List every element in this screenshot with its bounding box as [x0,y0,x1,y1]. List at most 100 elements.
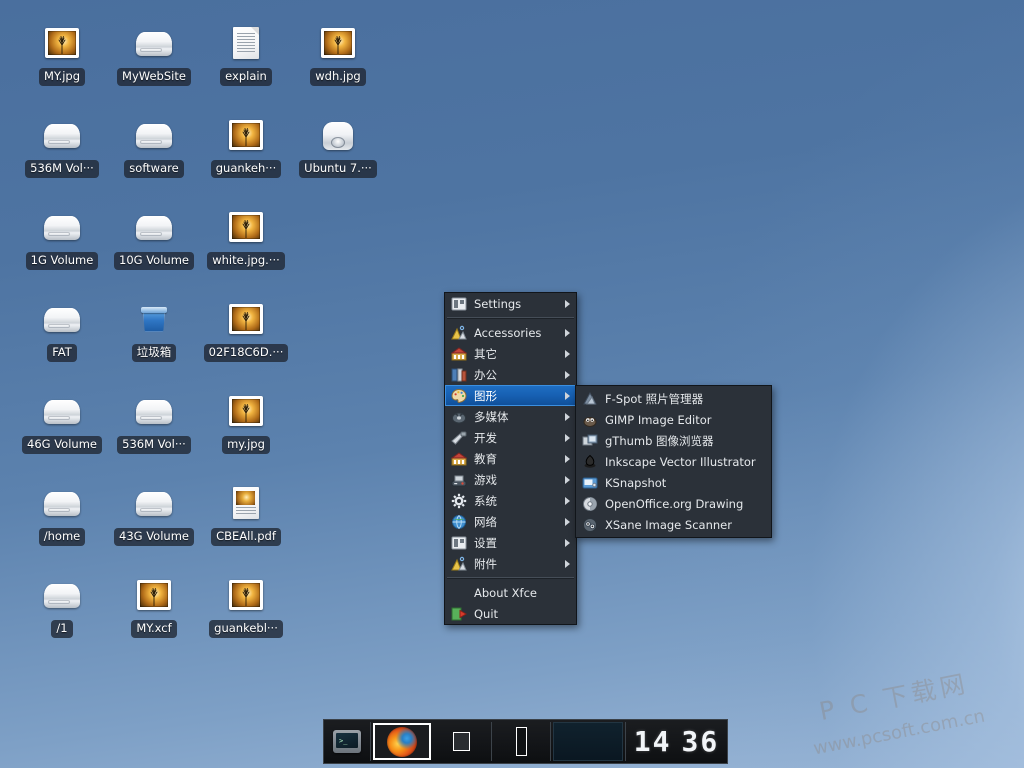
desktop-icon[interactable]: explain [198,22,294,90]
desktop-icon-glyph [130,390,178,434]
desktop-icon[interactable]: /1 [14,574,110,642]
menu-item[interactable]: About Xfce [445,582,576,603]
taskbar-item-window2[interactable] [431,720,491,763]
submenu-item[interactable]: XSane Image Scanner [576,514,771,535]
menu-item[interactable]: 图形 [445,385,576,406]
ooo-draw-icon [582,496,598,512]
desktop-icon[interactable]: 10G Volume [106,206,202,274]
desktop-icon-glyph [38,390,86,434]
hard-drive-icon [44,124,80,148]
desktop[interactable]: MY.jpg MyWebSiteexplainwdh.jpg 536M Vol···… [0,0,1024,768]
desktop-icon[interactable]: guankeh··· [198,114,294,182]
menu-item[interactable]: 开发 [445,427,576,448]
inkscape-icon [582,454,598,470]
menu-item[interactable]: 教育 [445,448,576,469]
desktop-icon-label: /home [39,528,85,546]
panel-clock[interactable]: 14 36 [626,720,727,763]
launcher-terminal[interactable]: >_ [324,720,370,763]
menu-item[interactable]: Settings [445,293,576,314]
submenu-arrow-icon [565,392,570,400]
optical-drive-icon [323,122,353,150]
desktop-icon-label: /1 [51,620,72,638]
desktop-icon[interactable]: Ubuntu 7.··· [290,114,386,182]
menu-item[interactable]: Accessories [445,322,576,343]
menu-item-label: Quit [474,607,570,621]
submenu-item[interactable]: Inkscape Vector Illustrator [576,451,771,472]
watermark: P C 下载网 www.pcsoft.com.cn [810,670,1020,766]
hard-drive-icon [136,124,172,148]
submenu-item[interactable]: OpenOffice.org Drawing [576,493,771,514]
desktop-icon[interactable]: CBEAll.pdf [198,482,294,550]
menu-separator [447,577,574,579]
desktop-icon-glyph [314,22,362,66]
desktop-icon-label: MY.jpg [39,68,85,86]
desktop-icon[interactable]: FAT [14,298,110,366]
desktop-icon[interactable]: /home [14,482,110,550]
desktop-icon[interactable]: software [106,114,202,182]
desktop-icon-label: my.jpg [222,436,270,454]
desktop-icon-glyph [38,298,86,342]
education-icon [451,451,467,467]
desktop-icon[interactable]: 536M Vol··· [14,114,110,182]
panel-divider-1 [370,722,371,761]
menu-item[interactable]: 附件 [445,553,576,574]
taskbar-item-firefox[interactable] [373,723,431,760]
submenu-item[interactable]: F-Spot 照片管理器 [576,388,771,409]
xfce-applications-menu[interactable]: Settings Accessories 其它办公图形多媒体开发教育游戏系统网络设置… [444,292,577,625]
quit-icon [451,606,467,622]
desktop-icon[interactable]: white.jpg.··· [198,206,294,274]
desktop-icon[interactable]: 43G Volume [106,482,202,550]
menu-item[interactable]: 设置 [445,532,576,553]
menu-item[interactable]: 游戏 [445,469,576,490]
desktop-icon-glyph [130,574,178,618]
menu-item[interactable]: 网络 [445,511,576,532]
desktop-icon-glyph [222,206,270,250]
graphics-submenu[interactable]: F-Spot 照片管理器GIMP Image Editor gThumb 图像浏览… [575,385,772,538]
desktop-icon-label: white.jpg.··· [207,252,285,270]
taskbar-item-window3[interactable] [492,720,550,763]
text-document-icon [233,27,259,59]
menu-item-label: 游戏 [474,472,561,488]
desktop-icon-label: 10G Volume [114,252,194,270]
desktop-icon[interactable]: 1G Volume [14,206,110,274]
menu-item[interactable]: Quit [445,603,576,624]
desktop-icon[interactable]: 垃圾箱 [106,298,202,366]
desktop-icon[interactable]: MyWebSite [106,22,202,90]
desktop-icon-glyph [222,22,270,66]
desktop-icon[interactable]: 02F18C6D.··· [198,298,294,366]
xfce-panel[interactable]: >_ 14 36 [323,719,728,764]
menu-item-label: 开发 [474,430,561,446]
submenu-item[interactable]: gThumb 图像浏览器 [576,430,771,451]
desktop-icon[interactable]: 46G Volume [14,390,110,458]
menu-item[interactable]: 系统 [445,490,576,511]
window-bar-icon [516,727,527,756]
workspace-pager[interactable] [553,722,623,761]
menu-item[interactable]: 其它 [445,343,576,364]
desktop-icon[interactable]: MY.jpg [14,22,110,90]
menu-item-label: Accessories [474,326,561,340]
games-icon [451,472,467,488]
terminal-prompt-glyph: >_ [339,738,347,745]
desktop-icon-glyph [130,22,178,66]
system-icon [451,493,467,509]
desktop-icon[interactable]: MY.xcf [106,574,202,642]
menu-item[interactable]: 办公 [445,364,576,385]
submenu-item[interactable]: GIMP Image Editor [576,409,771,430]
desktop-icon[interactable]: guankebl··· [198,574,294,642]
graphics-icon [451,388,467,404]
terminal-icon: >_ [333,730,361,753]
submenu-item-label: gThumb 图像浏览器 [605,433,765,449]
hard-drive-icon [44,308,80,332]
submenu-arrow-icon [565,434,570,442]
submenu-item-label: Inkscape Vector Illustrator [605,455,765,469]
submenu-item[interactable]: KSnapshot [576,472,771,493]
desktop-icon-label: 02F18C6D.··· [204,344,289,362]
desktop-icon-glyph [38,482,86,526]
desktop-icon[interactable]: my.jpg [198,390,294,458]
trash-icon [141,306,167,332]
desktop-icon[interactable]: 536M Vol··· [106,390,202,458]
submenu-arrow-icon [565,300,570,308]
desktop-icon[interactable]: wdh.jpg [290,22,386,90]
menu-item[interactable]: 多媒体 [445,406,576,427]
accessories-icon [451,325,467,341]
